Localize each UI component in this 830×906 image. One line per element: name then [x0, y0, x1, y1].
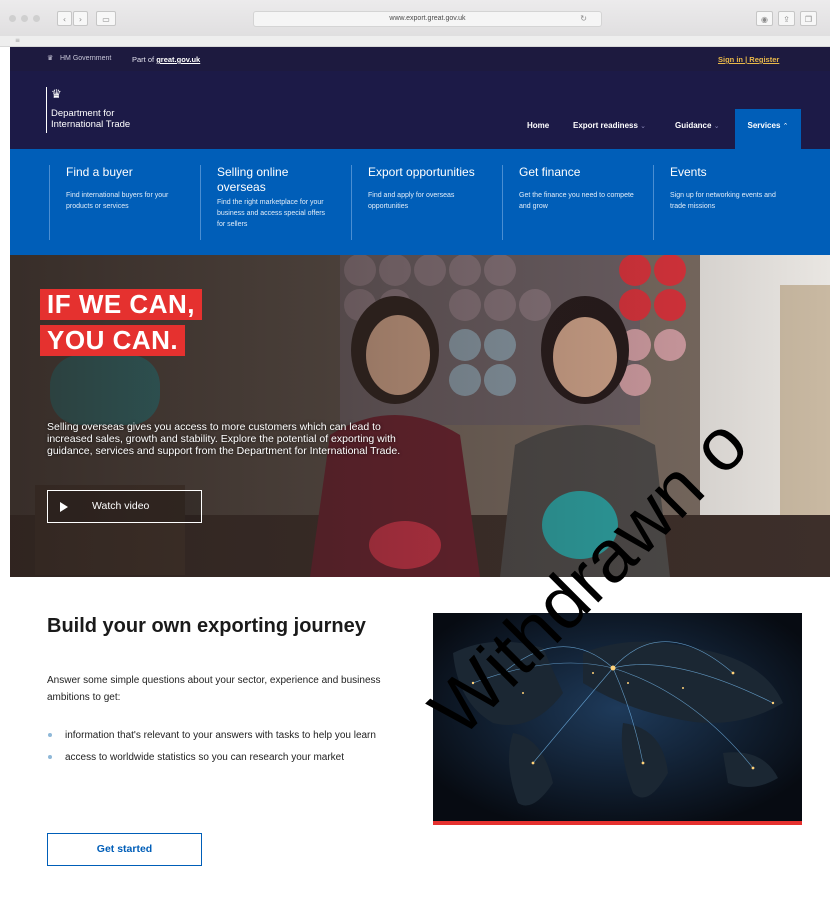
info-icon: ◉ — [761, 15, 768, 24]
tabs-button[interactable]: ❐ — [800, 11, 817, 26]
share-icon: ⇪ — [783, 15, 790, 24]
menu-lines-icon[interactable]: ≡ — [15, 38, 20, 44]
service-find-a-buyer[interactable]: Find a buyer Find international buyers f… — [49, 165, 196, 240]
dit-logo[interactable]: ♛ Department for International Trade — [46, 87, 151, 133]
bullet-icon — [48, 755, 52, 759]
service-description: Find the right marketplace for your busi… — [217, 199, 326, 228]
watch-video-button[interactable]: Watch video — [47, 490, 202, 523]
department-name: Department for International Trade — [51, 108, 151, 130]
service-title: Export opportunities — [368, 165, 475, 179]
part-of-label: Part of great.gov.uk — [132, 55, 200, 64]
service-selling-online-overseas[interactable]: Selling online overseas Find the right m… — [200, 165, 347, 240]
hero-headline-line-1: IF WE CAN, — [40, 289, 202, 320]
crest-icon: ♛ — [51, 87, 62, 101]
nav-export-readiness[interactable]: Export readiness ⌄ — [573, 109, 646, 149]
service-description: Find international buyers for your produ… — [66, 192, 169, 210]
close-window-button[interactable] — [9, 15, 16, 22]
hero-body-text: Selling overseas gives you access to mor… — [47, 421, 401, 457]
service-description: Find and apply for overseas opportunitie… — [368, 192, 455, 210]
service-description: Get the finance you need to compete and … — [519, 192, 634, 210]
nav-guidance-label: Guidance — [675, 121, 712, 130]
service-title: Selling online overseas — [217, 165, 289, 194]
sidebar-icon: ▭ — [102, 15, 110, 24]
play-icon — [60, 502, 68, 512]
info-button[interactable]: ◉ — [756, 11, 773, 26]
watch-video-label: Watch video — [92, 500, 150, 512]
browser-toolbar: ‹ › ▭ www.export.great.gov.uk ↻ ◉ ⇪ ❐ — [0, 0, 830, 37]
sidebar-toggle-button[interactable]: ▭ — [96, 11, 116, 26]
chevron-left-icon: ‹ — [62, 15, 67, 24]
hm-government-label: HM Government — [60, 55, 112, 62]
nav-export-readiness-label: Export readiness — [573, 121, 638, 130]
chevron-right-icon: › — [78, 15, 83, 24]
great-gov-uk-link[interactable]: great.gov.uk — [156, 55, 200, 64]
forward-button[interactable]: › — [73, 11, 88, 26]
section-title: Build your own exporting journey — [47, 615, 366, 637]
get-started-button[interactable]: Get started — [47, 833, 202, 866]
nav-services[interactable]: Services ⌃ — [735, 109, 801, 149]
service-title: Events — [670, 165, 707, 179]
chevron-down-icon: ⌄ — [640, 122, 647, 130]
list-item-text: access to worldwide statistics so you ca… — [65, 752, 344, 763]
service-title: Get finance — [519, 165, 581, 179]
hero-headline-line-2: YOU CAN. — [40, 325, 186, 356]
nav-home-label: Home — [527, 121, 550, 130]
register-link[interactable]: Register — [749, 55, 779, 64]
service-description: Sign up for networking events and trade … — [670, 192, 776, 210]
part-of-prefix: Part of — [132, 55, 155, 64]
account-links: Sign in | Register — [718, 55, 779, 64]
nav-services-label: Services — [747, 121, 781, 130]
list-item-text: information that's relevant to your answ… — [65, 730, 376, 741]
service-title: Find a buyer — [66, 165, 133, 179]
exporting-journey-section: Build your own exporting journey Answer … — [10, 577, 830, 906]
minimize-window-button[interactable] — [21, 15, 28, 22]
tabs-icon: ❐ — [804, 15, 813, 24]
department-line-2: International Trade — [51, 119, 131, 130]
reload-icon[interactable]: ↻ — [580, 12, 587, 26]
sign-in-link[interactable]: Sign in — [718, 55, 743, 64]
service-events[interactable]: Events Sign up for networking events and… — [653, 165, 800, 240]
address-bar[interactable]: www.export.great.gov.uk ↻ — [253, 11, 602, 27]
section-intro: Answer some simple questions about your … — [47, 675, 381, 703]
service-get-finance[interactable]: Get finance Get the finance you need to … — [502, 165, 649, 240]
list-item: access to worldwide statistics so you ca… — [47, 749, 417, 766]
service-export-opportunities[interactable]: Export opportunities Find and apply for … — [351, 165, 498, 240]
browser-window: ‹ › ▭ www.export.great.gov.uk ↻ ◉ ⇪ ❐ ≡ … — [0, 0, 830, 906]
url-text: www.export.great.gov.uk — [389, 15, 466, 22]
government-bar: ♛ HM Government Part of great.gov.uk Sig… — [10, 47, 830, 71]
share-button[interactable]: ⇪ — [778, 11, 795, 26]
back-button[interactable]: ‹ — [57, 11, 72, 26]
site-header: ♛ Department for International Trade Hom… — [10, 71, 830, 149]
list-item: information that's relevant to your answ… — [47, 727, 417, 744]
services-mega-menu: Find a buyer Find international buyers f… — [10, 149, 830, 255]
chevron-up-icon: ⌃ — [782, 122, 789, 130]
benefits-list: information that's relevant to your answ… — [47, 727, 417, 771]
zoom-window-button[interactable] — [33, 15, 40, 22]
nav-home[interactable]: Home — [527, 109, 549, 149]
royal-crest-icon: ♛ — [47, 54, 54, 62]
bullet-icon — [48, 733, 52, 737]
tab-strip: ≡ — [0, 36, 830, 47]
chevron-down-icon: ⌄ — [713, 122, 720, 130]
department-line-1: Department for — [51, 108, 115, 119]
map-accent-bar — [433, 821, 802, 825]
nav-guidance[interactable]: Guidance ⌄ — [675, 109, 720, 149]
link-separator: | — [745, 55, 748, 64]
